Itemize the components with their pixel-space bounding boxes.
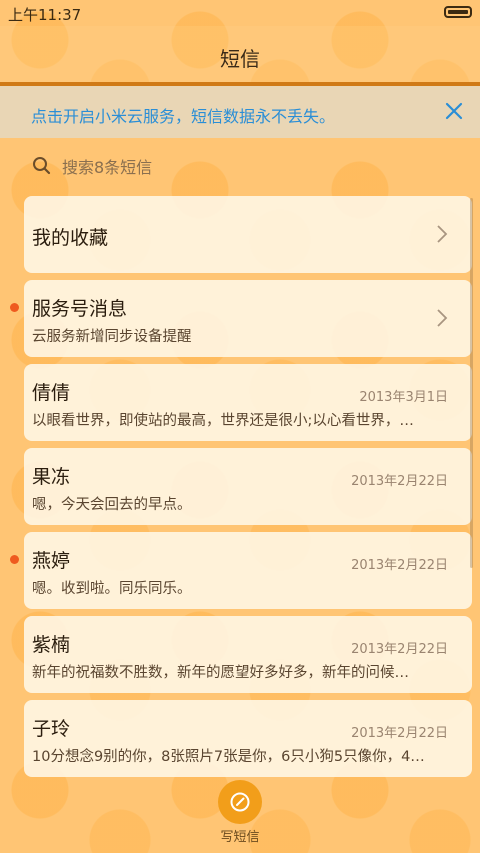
list-item-conversation[interactable]: 子玲 2013年2月22日 10分想念9别的你，8张照片7张是你，6只小狗5只像… bbox=[24, 700, 472, 777]
page-title: 短信 bbox=[220, 47, 260, 71]
search-input[interactable] bbox=[60, 153, 444, 181]
title-bar: 短信 bbox=[0, 26, 480, 86]
chevron-right-icon bbox=[437, 225, 448, 243]
item-name: 倩倩 bbox=[32, 382, 71, 404]
item-name: 果冻 bbox=[32, 466, 71, 488]
item-date: 2013年2月22日 bbox=[351, 474, 448, 489]
status-time: 上午11:37 bbox=[8, 6, 82, 24]
compose-button[interactable] bbox=[218, 780, 262, 824]
item-date: 2013年2月22日 bbox=[351, 726, 448, 741]
list-item-conversation[interactable]: 燕婷 2013年2月22日 嗯。收到啦。同乐同乐。 bbox=[10, 532, 472, 609]
item-snippet: 新年的祝福数不胜数，新年的愿望好多好多，新年的问候… bbox=[32, 665, 409, 681]
list-item-favorites[interactable]: 我的收藏 bbox=[24, 196, 472, 273]
close-icon[interactable] bbox=[442, 99, 466, 123]
battery-icon bbox=[444, 6, 472, 18]
search-bar[interactable] bbox=[30, 150, 450, 184]
item-name: 紫楠 bbox=[32, 634, 71, 656]
chevron-right-icon bbox=[437, 309, 448, 327]
item-name: 子玲 bbox=[32, 718, 71, 740]
status-bar: 上午11:37 bbox=[0, 0, 480, 26]
unread-dot bbox=[10, 555, 19, 564]
compose-icon bbox=[230, 792, 250, 812]
item-date: 2013年3月1日 bbox=[359, 390, 448, 405]
unread-dot bbox=[10, 303, 19, 312]
list-item-service[interactable]: 服务号消息 云服务新增同步设备提醒 bbox=[10, 280, 472, 357]
compose-label[interactable]: 写短信 bbox=[200, 826, 280, 845]
item-date: 2013年2月22日 bbox=[351, 642, 448, 657]
item-snippet: 以眼看世界，即使站的最高，世界还是很小;以心看世界，… bbox=[32, 413, 414, 429]
item-snippet: 10分想念9别的你，8张照片7张是你，6只小狗5只像你，4… bbox=[32, 749, 425, 765]
item-name: 服务号消息 bbox=[32, 298, 128, 320]
banner-text[interactable]: 点击开启小米云服务，短信数据永不丢失。 bbox=[31, 103, 335, 127]
conversation-list: 我的收藏 服务号消息 云服务新增同步设备提醒 倩倩 2013年3月1日 以眼看世… bbox=[10, 196, 472, 784]
item-snippet: 嗯。收到啦。同乐同乐。 bbox=[32, 581, 192, 597]
item-name: 我的收藏 bbox=[32, 227, 109, 249]
scrollbar[interactable] bbox=[470, 198, 473, 568]
list-item-conversation[interactable]: 倩倩 2013年3月1日 以眼看世界，即使站的最高，世界还是很小;以心看世界，… bbox=[24, 364, 472, 441]
list-item-conversation[interactable]: 果冻 2013年2月22日 嗯，今天会回去的早点。 bbox=[24, 448, 472, 525]
search-icon bbox=[33, 157, 51, 175]
item-snippet: 嗯，今天会回去的早点。 bbox=[32, 497, 192, 513]
item-name: 燕婷 bbox=[32, 550, 71, 572]
item-date: 2013年2月22日 bbox=[351, 558, 448, 573]
list-item-conversation[interactable]: 紫楠 2013年2月22日 新年的祝福数不胜数，新年的愿望好多好多，新年的问候… bbox=[24, 616, 472, 693]
cloud-banner[interactable]: 点击开启小米云服务，短信数据永不丢失。 bbox=[0, 86, 480, 138]
item-snippet: 云服务新增同步设备提醒 bbox=[32, 329, 192, 345]
